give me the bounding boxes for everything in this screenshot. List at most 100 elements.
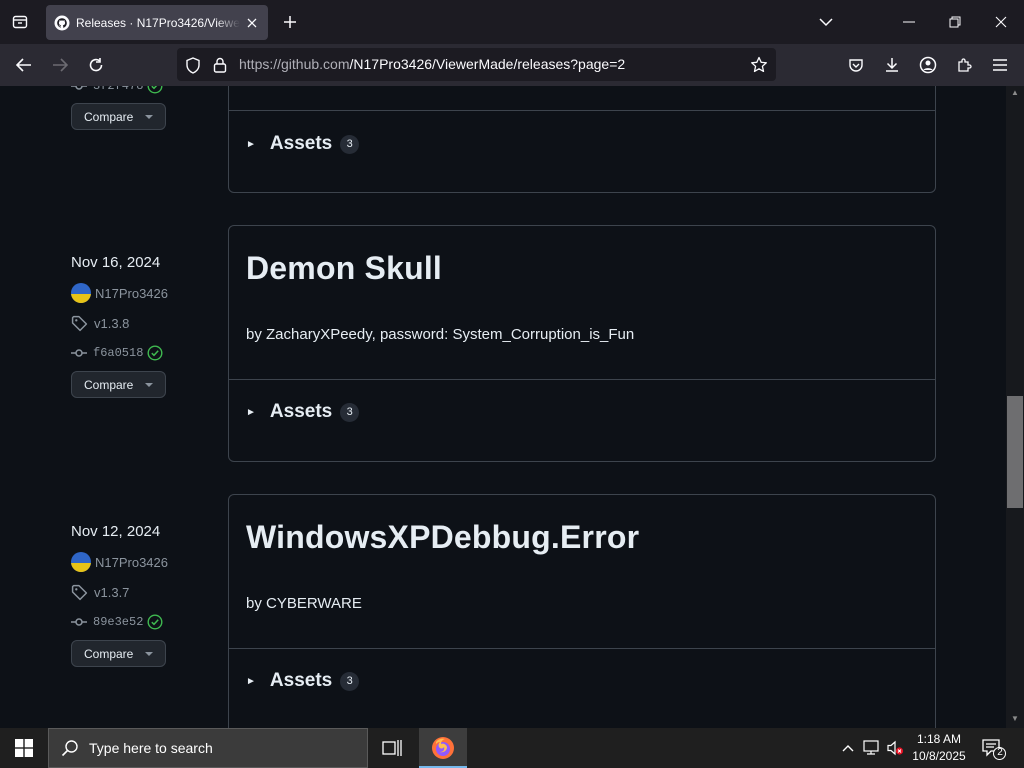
tag-link[interactable]: v1.3.8 [94, 316, 129, 331]
extensions-icon[interactable] [951, 52, 977, 78]
chevron-up-icon[interactable] [839, 740, 857, 756]
tag-row: v1.3.7 [71, 581, 129, 603]
tab-title: Releases · N17Pro3426/ViewerMade [76, 15, 240, 30]
assets-toggle[interactable]: ► Assets 3 [246, 133, 360, 155]
divider [229, 110, 935, 111]
notification-count: 2 [997, 747, 1003, 758]
scroll-down-arrow-icon[interactable]: ▼ [1009, 714, 1021, 724]
url-bar[interactable]: https://github.com/N17Pro3426/ViewerMade… [177, 48, 776, 81]
release-date: Nov 16, 2024 [71, 254, 161, 271]
avatar[interactable] [71, 552, 91, 572]
release-date: Nov 12, 2024 [71, 523, 161, 540]
commit-row: 3f2f478 [71, 86, 169, 97]
commit-sha[interactable]: 3f2f478 [93, 86, 143, 93]
volume-muted-icon[interactable] [886, 740, 904, 756]
verified-check-icon [147, 345, 163, 361]
url-text[interactable]: https://github.com/N17Pro3426/ViewerMade… [239, 56, 625, 72]
tab-list-icon[interactable] [8, 10, 32, 34]
compare-button[interactable]: Compare [71, 103, 166, 130]
bookmark-star-icon[interactable] [749, 55, 769, 75]
commit-icon [71, 618, 87, 626]
tag-icon [71, 315, 88, 331]
releases-page: 3f2f478 Compare ► Assets 3 Nov 16, 2024 … [0, 86, 1006, 728]
triangle-right-icon: ► [246, 406, 256, 418]
url-host: https://github.com [239, 56, 350, 72]
firefox-taskbar-button[interactable] [419, 728, 467, 768]
taskbar-search-box[interactable]: Type here to search [48, 728, 368, 768]
download-icon[interactable] [879, 52, 905, 78]
triangle-right-icon: ► [246, 138, 256, 150]
compare-label: Compare [84, 646, 134, 661]
restore-icon[interactable] [941, 8, 969, 36]
avatar[interactable] [71, 283, 91, 303]
scrollbar-thumb[interactable] [1007, 396, 1023, 508]
commit-sha[interactable]: 89e3e52 [93, 615, 143, 629]
tag-row: v1.3.8 [71, 312, 129, 334]
browser-tab-bar: Releases · N17Pro3426/ViewerMade [0, 0, 1024, 44]
back-arrow-icon[interactable] [11, 52, 37, 78]
assets-count-badge: 3 [340, 134, 360, 154]
lock-icon[interactable] [210, 55, 230, 75]
author-link[interactable]: N17Pro3426 [95, 555, 168, 570]
assets-count-badge: 3 [340, 671, 360, 691]
forward-arrow-icon[interactable] [47, 52, 73, 78]
close-tab-icon[interactable] [244, 15, 260, 31]
assets-toggle[interactable]: ► Assets 3 [246, 401, 360, 423]
commit-icon [71, 349, 87, 357]
release-description: by ZacharyXPeedy, password: System_Corru… [246, 326, 635, 343]
firefox-icon [432, 737, 454, 759]
compare-label: Compare [84, 109, 134, 124]
divider [229, 648, 935, 649]
compare-label: Compare [84, 377, 134, 392]
minimize-icon[interactable] [895, 8, 923, 36]
shield-icon[interactable] [183, 55, 203, 75]
assets-toggle[interactable]: ► Assets 3 [246, 670, 360, 692]
divider [229, 379, 935, 380]
notification-icon[interactable]: 2 [982, 738, 1006, 760]
compare-button[interactable]: Compare [71, 640, 166, 667]
verified-check-icon [147, 86, 163, 94]
verified-check-icon [147, 614, 163, 630]
release-card: WindowsXPDebbug.Error by CYBERWARE ► Ass… [228, 494, 936, 728]
triangle-right-icon: ► [246, 675, 256, 687]
release-card: Demon Skull by ZacharyXPeedy, password: … [228, 225, 936, 462]
clock-date: 10/8/2025 [912, 749, 966, 763]
tag-icon [71, 584, 88, 600]
chevron-down-icon[interactable] [812, 8, 840, 36]
commit-row: 89e3e52 [71, 611, 169, 633]
search-icon [61, 740, 78, 757]
release-card: ► Assets 3 [228, 86, 936, 193]
assets-label: Assets [269, 133, 333, 154]
reload-icon[interactable] [83, 52, 109, 78]
author-row: N17Pro3426 [71, 282, 168, 304]
task-view-icon[interactable] [378, 736, 406, 760]
author-link[interactable]: N17Pro3426 [95, 286, 168, 301]
release-description: by CYBERWARE [246, 595, 362, 612]
new-tab-icon[interactable] [278, 10, 302, 34]
commit-row: f6a0518 [71, 342, 169, 364]
caret-down-icon [145, 383, 153, 387]
assets-count-badge: 3 [340, 402, 360, 422]
taskbar-clock[interactable]: 1:18 AM 10/8/2025 [906, 731, 972, 765]
close-window-icon[interactable] [987, 8, 1015, 36]
tag-link[interactable]: v1.3.7 [94, 585, 129, 600]
account-icon[interactable] [915, 52, 941, 78]
pocket-icon[interactable] [843, 52, 869, 78]
url-path: /N17Pro3426/ViewerMade/releases?page=2 [349, 56, 626, 72]
assets-label: Assets [269, 670, 333, 691]
commit-icon [71, 86, 87, 90]
windows-start-icon[interactable] [0, 728, 48, 768]
windows-taskbar: Type here to search 1:18 AM 10/8/2025 2 [0, 728, 1024, 768]
menu-icon[interactable] [987, 52, 1013, 78]
commit-sha[interactable]: f6a0518 [93, 346, 143, 360]
scroll-up-arrow-icon[interactable]: ▲ [1009, 88, 1021, 98]
compare-button[interactable]: Compare [71, 371, 166, 398]
search-placeholder: Type here to search [89, 740, 213, 756]
github-icon [54, 15, 70, 30]
release-title[interactable]: WindowsXPDebbug.Error [246, 519, 639, 556]
network-icon[interactable] [862, 740, 880, 756]
assets-label: Assets [269, 401, 333, 422]
release-title[interactable]: Demon Skull [246, 250, 442, 287]
browser-tab-active[interactable]: Releases · N17Pro3426/ViewerMade [46, 5, 268, 40]
caret-down-icon [145, 115, 153, 119]
